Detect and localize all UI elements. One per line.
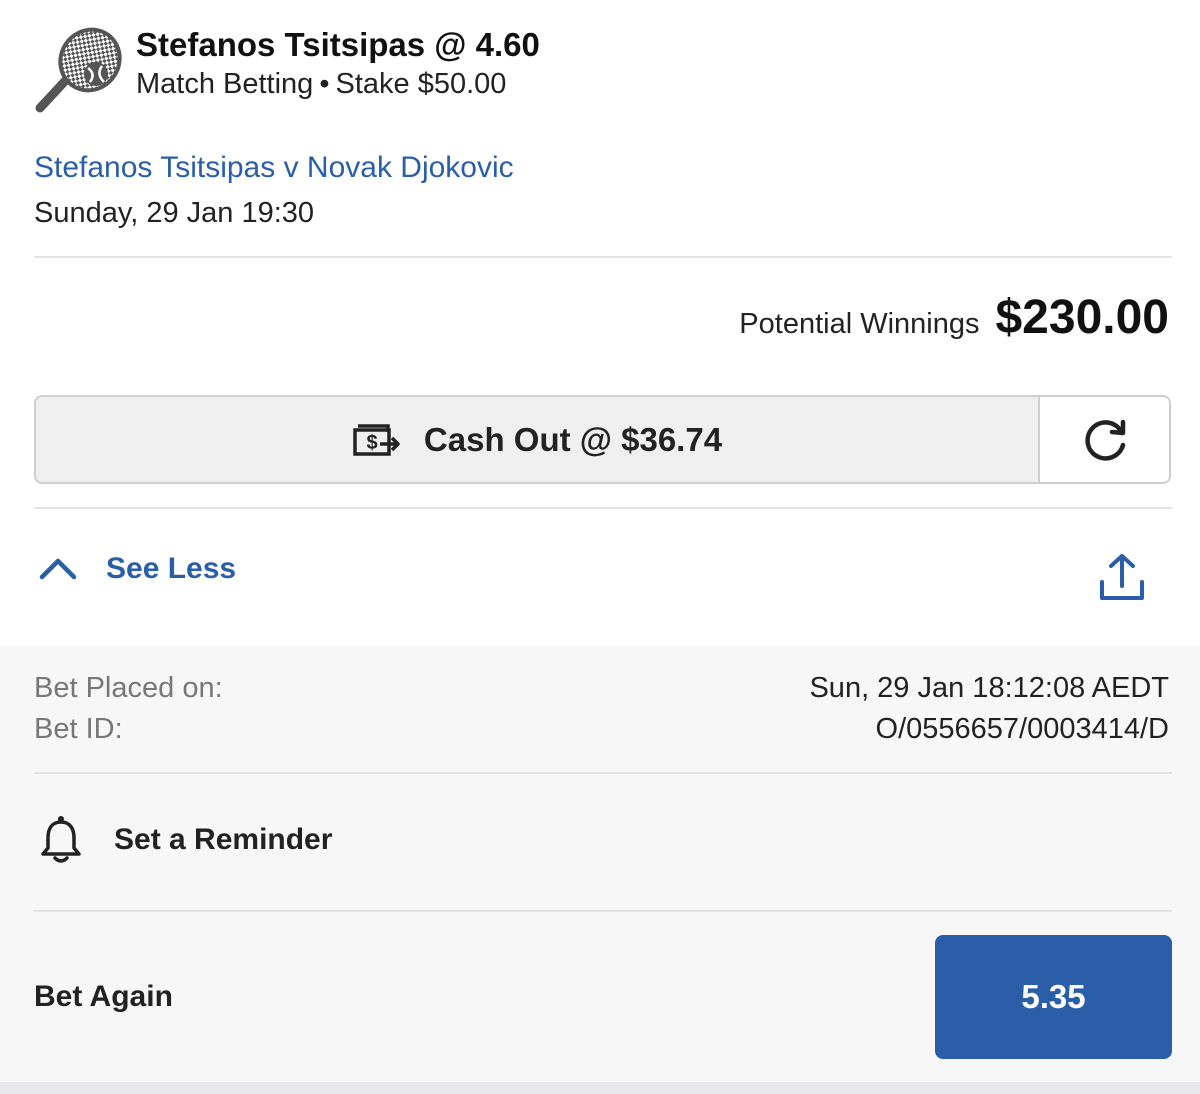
see-less-label: See Less (106, 552, 237, 585)
bet-placed-value: Sun, 29 Jan 18:12:08 AEDT (809, 672, 1169, 704)
bet-id-value: O/0556657/0003414/D (875, 713, 1169, 745)
set-reminder-label: Set a Reminder (114, 823, 333, 856)
bet-subtitle: Match Betting • Stake $50.00 (136, 68, 506, 101)
panel-bottom-edge (0, 1082, 1200, 1094)
cash-out-label: Cash Out @ $36.74 (423, 420, 723, 458)
market-name: Match Betting (136, 68, 314, 100)
potential-winnings-amount: $230.00 (995, 291, 1169, 344)
bet-again-label: Bet Again (34, 980, 173, 1013)
bet-again-odds: 5.35 (1021, 978, 1086, 1015)
cash-out-button[interactable]: $ Cash Out @ $36.74 (34, 395, 1038, 484)
refresh-icon (1084, 419, 1125, 461)
potential-winnings: Potential Winnings $230.00 (739, 290, 1169, 345)
svg-text:$: $ (366, 432, 377, 454)
bet-placed-label: Bet Placed on: (34, 672, 223, 704)
chevron-up-icon (39, 558, 77, 580)
bet-title: Stefanos Tsitsipas @ 4.60 (136, 26, 540, 63)
set-reminder-button[interactable]: Set a Reminder (38, 814, 332, 866)
stake-amount: Stake $50.00 (335, 68, 507, 100)
divider (34, 772, 1172, 774)
tennis-racket-icon (35, 27, 122, 113)
see-less-toggle[interactable]: See Less (38, 552, 236, 586)
divider (34, 507, 1172, 509)
divider (34, 256, 1172, 258)
potential-winnings-label: Potential Winnings (739, 308, 980, 340)
event-link[interactable]: Stefanos Tsitsipas v Novak Djokovic (34, 151, 514, 185)
event-date: Sunday, 29 Jan 19:30 (34, 197, 315, 229)
bell-icon (41, 816, 81, 863)
cash-out-icon: $ (353, 423, 400, 456)
bet-id-label: Bet ID: (34, 713, 123, 745)
refresh-button[interactable] (1038, 395, 1171, 484)
separator-dot: • (319, 68, 330, 100)
bet-again-odds-button[interactable]: 5.35 (935, 935, 1172, 1059)
divider (34, 910, 1172, 912)
share-icon[interactable] (1096, 552, 1148, 604)
